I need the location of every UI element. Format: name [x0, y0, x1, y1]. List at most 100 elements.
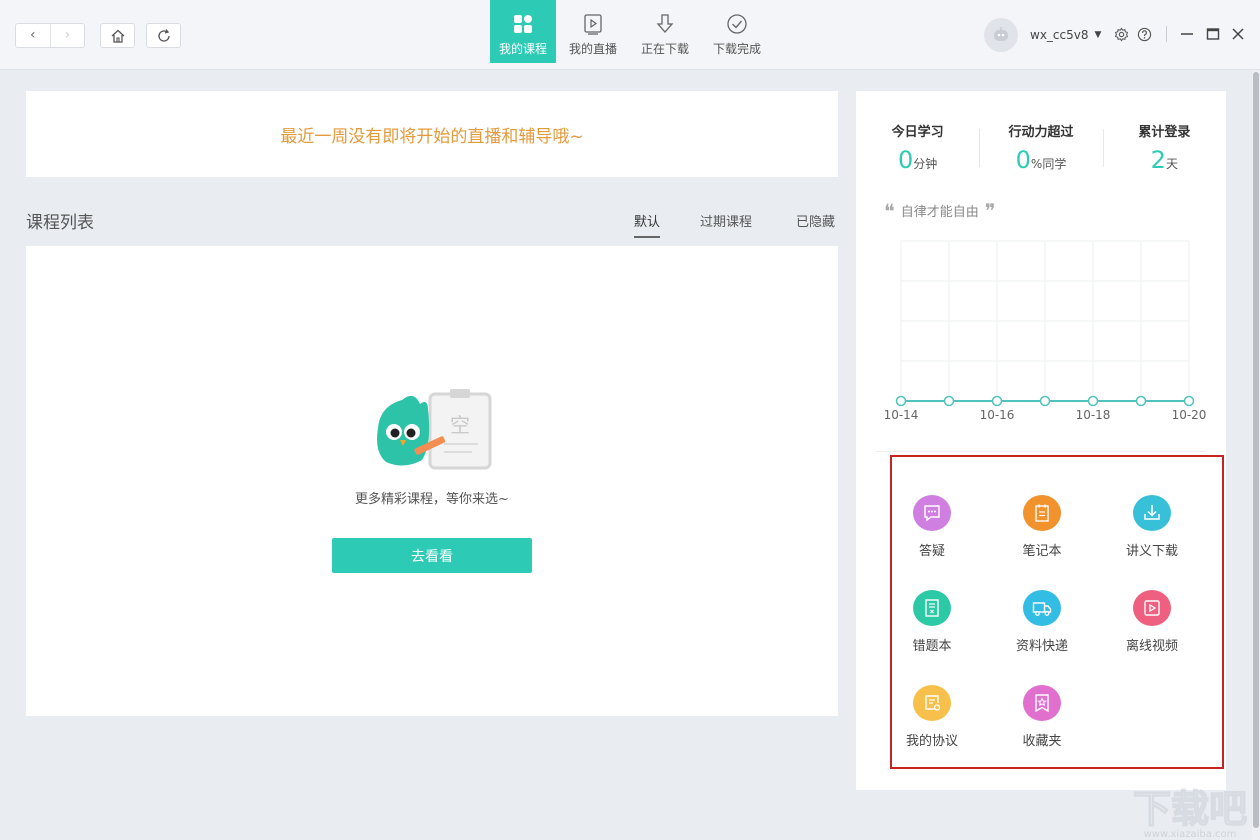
- download-tray-icon: [1141, 502, 1163, 524]
- browse-courses-button[interactable]: 去看看: [332, 538, 532, 573]
- course-list-panel: 空 更多精彩课程，等你来选~ 去看看: [26, 246, 838, 716]
- stat-value-wrap: 2天: [1103, 146, 1226, 174]
- help-icon: [1137, 27, 1152, 42]
- avatar[interactable]: [984, 18, 1018, 52]
- course-list-header: 课程列表 默认 过期课程 已隐藏: [26, 204, 838, 238]
- tab-my-courses[interactable]: 我的课程: [490, 0, 556, 63]
- stat-label: 累计登录: [1103, 121, 1226, 140]
- filter-expired[interactable]: 过期课程: [700, 211, 752, 230]
- study-stats: 今日学习 0分钟 行动力超过 0%同学 累计登录 2天: [856, 121, 1226, 181]
- watermark-logo: 下载吧 www.xiazaiba.com: [1126, 784, 1256, 840]
- chart-x-tick-label: 10-18: [1076, 408, 1111, 422]
- help-button[interactable]: [1136, 26, 1152, 42]
- chart-point: [1137, 397, 1146, 406]
- stat-value-wrap: 0分钟: [856, 146, 979, 174]
- maximize-icon: [1206, 27, 1220, 41]
- open-quote-icon: ❝: [884, 206, 895, 216]
- minimize-button[interactable]: [1179, 26, 1195, 42]
- refresh-button[interactable]: [146, 23, 181, 48]
- chart-point: [1041, 397, 1050, 406]
- title-separator: [1166, 26, 1167, 42]
- forward-button[interactable]: ›: [51, 24, 85, 47]
- chart-x-tick-label: 10-14: [884, 408, 919, 422]
- filter-hidden[interactable]: 已隐藏: [796, 211, 835, 230]
- tool-label: 收藏夹: [1022, 730, 1061, 749]
- tab-label: 正在下载: [641, 40, 689, 57]
- tab-downloading[interactable]: 正在下载: [630, 0, 700, 63]
- tool-icon-circle: [1023, 685, 1061, 721]
- history-nav: ‹ ›: [15, 23, 85, 48]
- back-button[interactable]: ‹: [16, 24, 51, 47]
- close-icon: [1231, 27, 1245, 41]
- tools-grid: 答疑 笔记本 讲义下载 错题本 资料快递: [890, 455, 1224, 769]
- study-dashboard: 今日学习 0分钟 行动力超过 0%同学 累计登录 2天 ❝ 自律才能自由 ❞ 1…: [856, 91, 1226, 790]
- motto-text: 自律才能自由: [901, 201, 979, 220]
- chart-point: [1089, 397, 1098, 406]
- tool-error-book[interactable]: 错题本: [892, 590, 972, 654]
- main-tabs: 我的课程 我的直播 正在下载 下载完成: [490, 0, 774, 63]
- tool-my-agreement[interactable]: 我的协议: [892, 685, 972, 749]
- settings-button[interactable]: [1113, 26, 1129, 42]
- username[interactable]: wx_cc5v8: [1030, 28, 1088, 42]
- agreement-icon: [921, 692, 943, 714]
- stat-label: 今日学习: [856, 121, 979, 140]
- tool-icon-circle: [1023, 590, 1061, 626]
- chat-bubble-icon: [921, 502, 943, 524]
- robot-avatar-icon: [990, 24, 1012, 46]
- grid-icon: [511, 12, 535, 36]
- notice-text: 最近一周没有即将开始的直播和辅导哦~: [280, 122, 583, 147]
- stat-label: 行动力超过: [979, 121, 1102, 140]
- tool-icon-circle: [913, 590, 951, 626]
- tool-label: 离线视频: [1126, 635, 1178, 654]
- close-button[interactable]: [1230, 26, 1246, 42]
- tool-material-express[interactable]: 资料快递: [1002, 590, 1082, 654]
- tool-icon-circle: [913, 685, 951, 721]
- user-menu[interactable]: wx_cc5v8 ▼: [984, 18, 1101, 52]
- chart-x-tick-label: 10-20: [1172, 408, 1206, 422]
- live-notice-banner: 最近一周没有即将开始的直播和辅导哦~: [26, 91, 838, 177]
- tab-my-live[interactable]: 我的直播: [558, 0, 628, 63]
- tool-handout-download[interactable]: 讲义下载: [1112, 495, 1192, 559]
- panel-divider: [876, 451, 1206, 452]
- maximize-button[interactable]: [1205, 26, 1221, 42]
- empty-state-illustration: 空: [374, 388, 494, 472]
- stat-total-login: 累计登录 2天: [1103, 121, 1226, 181]
- chart-point: [945, 397, 954, 406]
- tool-qa[interactable]: 答疑: [892, 495, 972, 559]
- tool-icon-circle: [1133, 590, 1171, 626]
- tool-label: 笔记本: [1022, 540, 1061, 559]
- stat-unit: 分钟: [913, 157, 937, 171]
- chart-point: [1185, 397, 1194, 406]
- filter-default[interactable]: 默认: [634, 211, 660, 238]
- tab-label: 我的直播: [569, 40, 617, 57]
- title-bar: ‹ › 我的课程 我的直播 正在下载: [0, 0, 1260, 70]
- truck-icon: [1031, 597, 1053, 619]
- minimize-icon: [1180, 27, 1194, 41]
- study-line-chart: 10-1410-1610-1810-20: [876, 231, 1206, 431]
- scrollbar-thumb[interactable]: [1253, 72, 1259, 828]
- tool-icon-circle: [1023, 495, 1061, 531]
- notebook-icon: [1031, 502, 1053, 524]
- chart-point: [993, 397, 1002, 406]
- home-button[interactable]: [100, 23, 135, 48]
- home-icon: [110, 28, 126, 44]
- tab-downloaded[interactable]: 下载完成: [702, 0, 772, 63]
- tool-label: 错题本: [912, 635, 951, 654]
- tool-label: 我的协议: [906, 730, 958, 749]
- stat-today-study: 今日学习 0分钟: [856, 121, 979, 181]
- tool-icon-circle: [913, 495, 951, 531]
- refresh-icon: [156, 28, 172, 44]
- tool-label: 讲义下载: [1126, 540, 1178, 559]
- tool-icon-circle: [1133, 495, 1171, 531]
- empty-stamp: 空: [450, 413, 470, 437]
- chevron-down-icon[interactable]: ▼: [1094, 30, 1101, 40]
- tool-notebook[interactable]: 笔记本: [1002, 495, 1082, 559]
- tool-label: 答疑: [919, 540, 945, 559]
- check-circle-icon: [725, 12, 749, 36]
- course-list-title: 课程列表: [26, 208, 94, 233]
- chart-point: [897, 397, 906, 406]
- error-book-icon: [921, 597, 943, 619]
- tool-offline-video[interactable]: 离线视频: [1112, 590, 1192, 654]
- tool-favorites[interactable]: 收藏夹: [1002, 685, 1082, 749]
- tool-label: 资料快递: [1016, 635, 1068, 654]
